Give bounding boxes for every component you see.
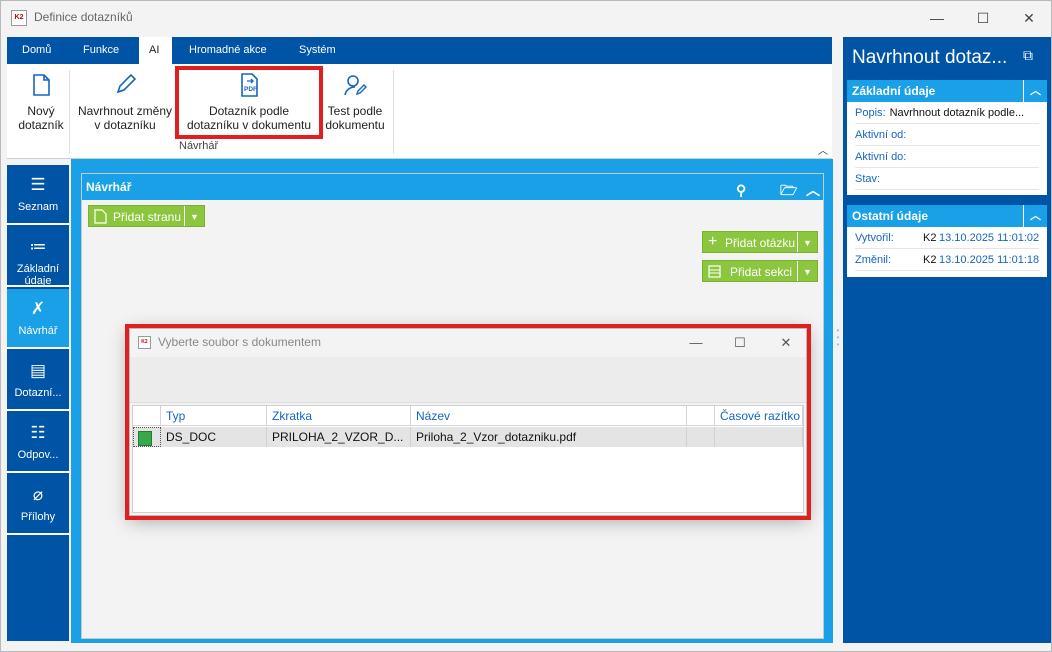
- paperclip-icon: ⌀: [32, 485, 44, 504]
- nav-label: Základní: [16, 263, 60, 275]
- close-button[interactable]: ✕: [1006, 5, 1052, 31]
- field-label: Stav:: [855, 173, 881, 185]
- user-edit-icon: [344, 75, 367, 96]
- nav-label: Návrhář: [18, 325, 58, 337]
- section-icon: [708, 265, 721, 278]
- field-date: 13.10.2025 11:01:18: [939, 254, 1039, 266]
- field-aktivni-do: Aktivní do:: [855, 146, 1039, 168]
- add-question-label: Přidat otázku: [725, 236, 796, 250]
- ribbon-body: Nový dotazník Navrhnout změny v dotazník…: [7, 64, 832, 159]
- nav-label: Dotazní...: [14, 387, 62, 399]
- add-page-label: Přidat stranu: [113, 210, 182, 224]
- tools-icon: ✗: [30, 299, 46, 318]
- clipboard-icon: ▤: [29, 361, 47, 380]
- nav-item-seznam[interactable]: ☰ Seznam: [7, 165, 69, 225]
- app-logo: K2: [11, 10, 27, 26]
- field-date: 13.10.2025 11:01:02: [939, 232, 1039, 244]
- other-info-section: Ostatní údaje ︿ Vytvořil: K2 13.10.2025 …: [847, 205, 1047, 277]
- suggest-changes-label-1: Navrhnout změny: [77, 104, 173, 118]
- chevron-down-icon[interactable]: ▼: [797, 261, 817, 281]
- popout-icon[interactable]: ⧉: [1023, 47, 1033, 64]
- chevron-down-icon[interactable]: ▼: [184, 206, 204, 226]
- nav-item-prilohy[interactable]: ⌀ Přílohy: [7, 475, 69, 535]
- tab-domu[interactable]: Domů: [12, 37, 61, 64]
- bullet-list-icon: ≔: [29, 237, 47, 256]
- new-questionnaire-label-1: Nový: [27, 104, 55, 118]
- add-section-label: Přidat sekci: [730, 265, 793, 279]
- field-value: Navrhnout dotazník podle...: [889, 107, 1025, 119]
- minimize-button[interactable]: —: [914, 5, 960, 31]
- basic-info-title: Základní údaje: [852, 84, 936, 98]
- left-navigation: ☰ Seznam ≔ Základní údaje ✗ Návrhář ▤ Do…: [7, 165, 69, 641]
- field-label: Popis:: [855, 107, 886, 119]
- tab-funkce[interactable]: Funkce: [73, 37, 129, 64]
- window-title: Definice dotazníků: [34, 10, 133, 24]
- maximize-button[interactable]: ☐: [960, 5, 1006, 31]
- new-questionnaire-button[interactable]: Nový dotazník: [13, 72, 69, 132]
- search-icon[interactable]: ⚲: [736, 177, 746, 203]
- field-label: Aktivní do:: [855, 151, 907, 163]
- suggest-changes-button[interactable]: Navrhnout změny v dotazníku: [75, 72, 175, 132]
- nav-item-navrhar[interactable]: ✗ Návrhář: [7, 289, 69, 349]
- add-page-button[interactable]: Přidat stranu ▼: [88, 205, 205, 227]
- ribbon-tabs: Domů Funkce AI Hromadné akce Systém: [7, 37, 832, 64]
- test-by-document-label-2: dokumentu: [325, 118, 385, 132]
- chevron-up-icon[interactable]: ︿: [1023, 80, 1047, 102]
- nav-item-odpovedi[interactable]: ☷ Odpov...: [7, 413, 69, 473]
- splitter-handle[interactable]: • • •: [835, 327, 841, 351]
- add-section-button[interactable]: Přidat sekci ▼: [702, 260, 818, 282]
- test-by-document-button[interactable]: Test podle dokumentu: [323, 72, 387, 132]
- tab-hromadne-akce[interactable]: Hromadné akce: [179, 37, 277, 64]
- new-questionnaire-label-2: dotazník: [18, 118, 64, 132]
- field-stav: Stav:: [855, 168, 1039, 190]
- other-info-header[interactable]: Ostatní údaje ︿: [847, 205, 1047, 227]
- field-aktivni-od: Aktivní od:: [855, 124, 1039, 146]
- nav-label: Odpov...: [17, 449, 59, 461]
- pencil-icon: [116, 73, 137, 94]
- ribbon-separator: [393, 70, 394, 154]
- nav-item-zakladni-udaje[interactable]: ≔ Základní údaje: [7, 227, 69, 287]
- field-vytvoril: Vytvořil: K2 13.10.2025 11:01:02: [855, 227, 1039, 249]
- field-user: K2: [923, 232, 937, 244]
- nav-label: Přílohy: [20, 511, 56, 523]
- other-info-title: Ostatní údaje: [852, 209, 929, 223]
- collapse-ribbon-icon[interactable]: ︿: [818, 142, 828, 157]
- ribbon-separator: [69, 70, 70, 154]
- checklist-icon: ☷: [30, 423, 46, 442]
- tab-system[interactable]: Systém: [289, 37, 346, 64]
- test-by-document-label-1: Test podle: [327, 104, 383, 118]
- nav-label: Seznam: [17, 201, 59, 213]
- suggest-changes-label-2: v dotazníku: [94, 118, 156, 132]
- basic-info-header[interactable]: Základní údaje ︿: [847, 80, 1047, 102]
- highlight-frame: [175, 66, 323, 139]
- title-bar: K2 Definice dotazníků — ☐ ✕: [1, 1, 1051, 35]
- chevron-up-icon[interactable]: ︿: [1023, 205, 1047, 227]
- chevron-up-icon[interactable]: ︿: [806, 177, 820, 203]
- designer-title: Návrhář: [86, 180, 132, 194]
- right-panel-title: Navrhnout dotaz...: [852, 47, 1008, 68]
- designer-header: Návrhář ⚲ 🗁 ︿: [82, 174, 823, 200]
- app-window: K2 Definice dotazníků — ☐ ✕ Domů Funkce …: [0, 0, 1052, 652]
- field-label: Změnil:: [855, 254, 892, 266]
- chevron-down-icon[interactable]: ▼: [797, 232, 817, 252]
- nav-item-dotazniky[interactable]: ▤ Dotazní...: [7, 351, 69, 411]
- list-icon: ☰: [30, 175, 46, 194]
- field-popis: Popis: Navrhnout dotazník podle...: [855, 102, 1039, 124]
- folder-open-icon[interactable]: 🗁: [780, 177, 797, 203]
- new-document-icon: [33, 74, 50, 96]
- nav-label: údaje: [24, 275, 52, 287]
- field-zmenil: Změnil: K2 13.10.2025 11:01:18: [855, 249, 1039, 271]
- ribbon-group-label: Návrhář: [179, 140, 219, 152]
- basic-info-section: Základní údaje ︿ Popis: Navrhnout dotazní…: [847, 80, 1047, 195]
- plus-icon: +: [708, 233, 718, 250]
- field-label: Vytvořil:: [855, 232, 894, 244]
- page-icon: [94, 209, 107, 224]
- field-label: Aktivní od:: [855, 129, 907, 141]
- field-user: K2: [923, 254, 937, 266]
- dialog-highlight-frame: [125, 324, 811, 520]
- add-question-button[interactable]: + Přidat otázku ▼: [702, 231, 818, 253]
- tab-ai[interactable]: AI: [139, 37, 172, 64]
